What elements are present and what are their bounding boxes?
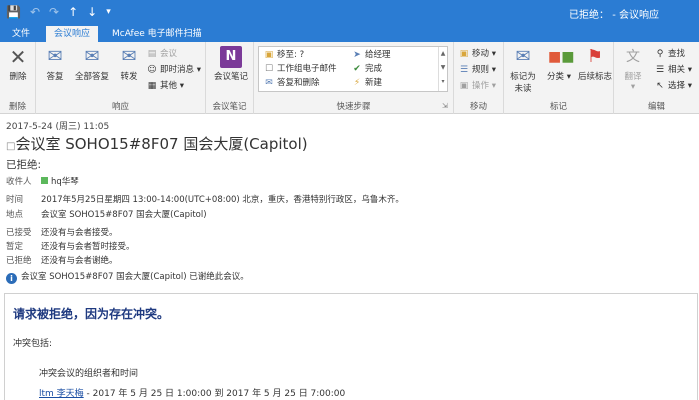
undo-icon[interactable]: ↶ <box>30 4 40 20</box>
quickstep-team-email[interactable]: ☐ 工作组电子邮件 <box>263 63 337 76</box>
reply-icon: ✉ <box>47 46 63 67</box>
tab-mcafee-scan[interactable]: McAfee 电子邮件扫描 <box>104 26 210 42</box>
presence-icon <box>41 177 48 184</box>
message-subject: □会议室 SOHO15#8F07 国会大厦(Capitol) <box>6 135 308 153</box>
title-bar: 💾 ↶ ↷ ↑ ↓ ▾ 已拒绝： - 会议响应 <box>0 0 699 26</box>
more-icon: ▦ <box>147 81 157 91</box>
reply-delete-icon: ✉ <box>265 78 273 88</box>
rules-button[interactable]: ☰ 规则 ▾ <box>458 64 496 77</box>
group-edit: 文 翻译 ▾ ⚲ 查找 ☰ 相关 ▾ ↖ 选择 ▾ 编辑 <box>614 42 699 114</box>
im-icon: ☺ <box>147 65 157 75</box>
group-tags: ✉ 标记为 未读 ■■ 分类 ▾ ⚑ 后续标志 标记 <box>504 42 614 114</box>
translate-button[interactable]: 文 翻译 ▾ <box>616 46 650 92</box>
followup-button[interactable]: ⚑ 后续标志 <box>576 46 614 82</box>
mark-unread-button[interactable]: ✉ 标记为 未读 <box>506 46 540 94</box>
actions-icon: ▣ <box>459 81 469 91</box>
select-icon: ↖ <box>656 81 664 91</box>
group-meeting-notes: N 会议笔记 会议笔记 <box>206 42 254 114</box>
im-button[interactable]: ☺ 即时消息 ▾ <box>146 64 201 77</box>
customize-qat-icon[interactable]: ▾ <box>106 4 111 20</box>
tentative-label: 暂定 <box>6 242 24 252</box>
location-label: 地点 <box>6 210 24 220</box>
translate-icon: 文 <box>626 49 640 65</box>
message-date: 2017-5-24 (周三) 11:05 <box>6 122 110 132</box>
redo-icon[interactable]: ↷ <box>49 4 59 20</box>
tentative-value: 还没有与会者暂时接受。 <box>41 242 135 252</box>
quickstep-new[interactable]: ⚡ 新建 <box>351 77 382 90</box>
actions-button[interactable]: ▣ 操作 ▾ <box>458 80 496 93</box>
quick-access-toolbar: 💾 ↶ ↷ ↑ ↓ ▾ <box>6 4 111 20</box>
rules-icon: ☰ <box>459 65 469 75</box>
onenote-icon: N <box>220 46 242 68</box>
message-body: 请求被拒绝，因为存在冲突。 冲突包括: 冲突会议的组织者和时间 ltm 李天梅 … <box>4 293 698 400</box>
info-bar: i 会议室 SOHO15#8F07 国会大厦(Capitol) 已谢绝此会议。 <box>6 270 249 284</box>
forward-icon: ✉ <box>121 46 137 67</box>
search-icon: ⚲ <box>656 49 664 59</box>
group-respond: ✉ 答复 ✉ 全部答复 ✉ 转发 ▤ 会议 ☺ 即时消息 ▾ ▦ 其他 ▾ 响应 <box>36 42 206 114</box>
ribbon: ✕ 删除 删除 ✉ 答复 ✉ 全部答复 ✉ 转发 ▤ 会议 ☺ 即时消息 ▾ ▦ 其他… <box>0 42 699 114</box>
flag-icon: ⚑ <box>586 46 604 67</box>
up-icon[interactable]: ↑ <box>68 4 78 20</box>
delete-x-icon: ✕ <box>9 45 27 69</box>
reply-all-icon: ✉ <box>84 46 100 67</box>
meeting-button[interactable]: ▤ 会议 <box>146 48 177 61</box>
save-icon[interactable]: 💾 <box>6 4 21 20</box>
meeting-icon: ▤ <box>147 49 157 59</box>
ribbon-tab-row: 文件 会议响应 McAfee 电子邮件扫描 <box>0 26 699 42</box>
recipient-label: 收件人 <box>6 177 32 187</box>
group-move: ▣ 移动 ▾ ☰ 规则 ▾ ▣ 操作 ▾ 移动 <box>454 42 504 114</box>
delete-button[interactable]: ✕ 删除 <box>1 46 35 82</box>
message-header: 2017-5-24 (周三) 11:05 □会议室 SOHO15#8F07 国会… <box>0 115 699 287</box>
time-label: 时间 <box>6 195 24 205</box>
declined-value: 还没有与会者谢绝。 <box>41 256 118 266</box>
reply-all-button[interactable]: ✉ 全部答复 <box>72 46 112 82</box>
quick-steps-launcher-icon[interactable]: ⇲ <box>442 102 448 110</box>
body-title: 请求被拒绝，因为存在冲突。 <box>13 307 170 321</box>
accepted-label: 已接受 <box>6 228 32 238</box>
related-icon: ☰ <box>655 65 665 75</box>
find-button[interactable]: ⚲ 查找 <box>654 48 685 61</box>
quickstep-reply-delete[interactable]: ✉ 答复和删除 <box>263 77 319 90</box>
more-respond-button[interactable]: ▦ 其他 ▾ <box>146 80 184 93</box>
related-button[interactable]: ☰ 相关 ▾ <box>654 64 692 77</box>
team-email-icon: ☐ <box>264 64 274 74</box>
recipient-value[interactable]: hq华琴 <box>41 175 79 187</box>
quick-steps-gallery: ▣ 移至: ? ☐ 工作组电子邮件 ✉ 答复和删除 ➤ 给经理 ✔ 完成 ⚡ 新建 ▲ ▼ ▾ <box>258 46 448 92</box>
move-icon: ▣ <box>459 49 469 59</box>
window-title: 已拒绝： - 会议响应 <box>569 10 659 21</box>
info-icon: i <box>6 273 17 284</box>
select-button[interactable]: ↖ 选择 ▾ <box>654 80 692 93</box>
forward-manager-icon: ➤ <box>353 50 361 60</box>
lightning-icon: ⚡ <box>353 78 361 88</box>
declined-status: 已拒绝: <box>6 159 42 171</box>
declined-label: 已拒绝 <box>6 256 32 266</box>
organizer-link[interactable]: ltm 李天梅 <box>39 389 84 399</box>
reply-button[interactable]: ✉ 答复 <box>38 46 72 82</box>
meeting-notes-button[interactable]: N 会议笔记 <box>210 46 252 82</box>
move-button[interactable]: ▣ 移动 ▾ <box>458 48 496 61</box>
forward-button[interactable]: ✉ 转发 <box>112 46 146 82</box>
quickstep-to-manager[interactable]: ➤ 给经理 <box>351 49 390 62</box>
tab-meeting-response[interactable]: 会议响应 <box>46 26 99 42</box>
quick-steps-scroll[interactable]: ▲ ▼ ▾ <box>438 47 447 91</box>
envelope-icon: ✉ <box>515 46 531 67</box>
categorize-icon: ■■ <box>548 49 575 65</box>
time-value: 2017年5月25日星期四 13:00-14:00(UTC+08:00) 北京，… <box>41 195 404 205</box>
organizer-line: ltm 李天梅 - 2017 年 5 月 25 日 1:00:00 到 2017… <box>39 386 345 399</box>
check-icon: ✔ <box>353 64 361 74</box>
group-delete: ✕ 删除 删除 <box>0 42 36 114</box>
accepted-value: 还没有与会者接受。 <box>41 228 118 238</box>
conflicts-label: 冲突包括: <box>13 339 53 349</box>
organizer-label: 冲突会议的组织者和时间 <box>39 369 139 379</box>
quickstep-move-to[interactable]: ▣ 移至: ? <box>263 49 304 62</box>
tab-file[interactable]: 文件 <box>4 26 38 42</box>
down-icon[interactable]: ↓ <box>87 4 97 20</box>
location-value: 会议室 SOHO15#8F07 国会大厦(Capitol) <box>41 210 207 220</box>
organizer-time: - 2017 年 5 月 25 日 1:00:00 到 2017 年 5 月 2… <box>83 389 346 399</box>
quickstep-done[interactable]: ✔ 完成 <box>351 63 382 76</box>
categorize-button[interactable]: ■■ 分类 ▾ <box>542 46 576 82</box>
folder-icon: ▣ <box>264 50 274 60</box>
